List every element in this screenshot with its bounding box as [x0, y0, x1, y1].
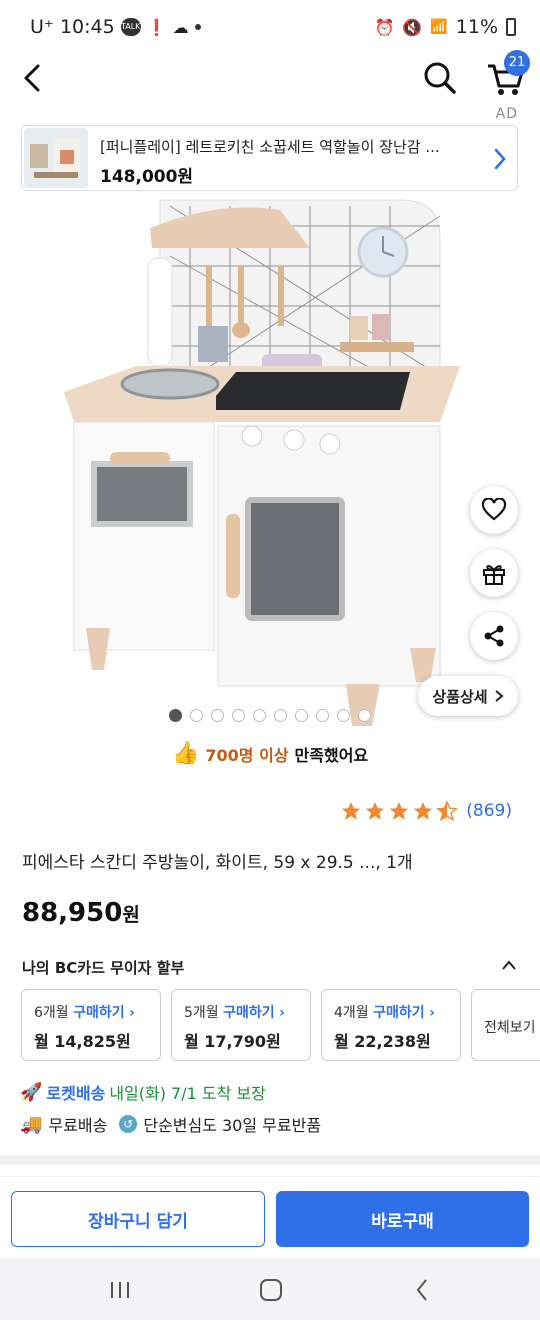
rocket-icon: 🚀 [20, 1081, 43, 1103]
star-icon [390, 801, 409, 820]
free-return-label: 단순변심도 30일 무료반품 [143, 1116, 322, 1135]
gallery-dot[interactable] [211, 709, 224, 722]
installment-monthly: 월 14,825원 [34, 1032, 131, 1051]
view-all-label: 전체보기 [484, 1020, 536, 1036]
system-back-icon[interactable] [414, 1278, 430, 1302]
share-button[interactable] [470, 612, 518, 660]
share-icon [484, 625, 504, 647]
satisfaction-text: 만족했어요 [294, 745, 369, 765]
recent-apps-icon[interactable] [108, 1280, 132, 1300]
gallery-dot[interactable] [337, 709, 350, 722]
product-detail-label: 상품상세 [432, 687, 488, 706]
gift-button[interactable] [470, 549, 518, 597]
rocket-delivery-info: 🚀 로켓배송 내일(화) 7/1 도착 보장 [20, 1080, 266, 1104]
cart-count-badge[interactable]: 21 [504, 50, 530, 76]
chevron-up-icon[interactable] [500, 958, 518, 972]
installment-months: 5개월 [184, 1005, 219, 1021]
star-icon [414, 801, 433, 820]
carrier-label: U⁺ [30, 16, 54, 38]
cloud-icon: ☁ [172, 17, 189, 37]
ad-title: [퍼니플레이] 레트로키친 소꿉세트 역할놀이 장난감 ... [100, 138, 440, 156]
gallery-dot[interactable] [295, 709, 308, 722]
add-to-cart-button[interactable]: 장바구니 담기 [11, 1191, 265, 1247]
ad-product-thumbnail [24, 128, 88, 188]
chevron-right-icon [494, 148, 506, 170]
product-price: 88,950원 [22, 898, 140, 928]
gift-icon [483, 565, 505, 585]
card-installment-title: 나의 BC카드 무이자 할부 [22, 959, 185, 977]
free-shipping-label: 무료배송 [48, 1116, 108, 1135]
installment-months: 4개월 [334, 1005, 369, 1021]
chevron-right-icon [494, 690, 504, 702]
gallery-pagination [169, 709, 371, 722]
satisfaction-count: 700명 이상 [205, 745, 289, 765]
clock: 10:45 [59, 16, 115, 38]
mute-icon: 🔇 [402, 17, 423, 37]
rocket-delivery-label: 로켓배송 [46, 1084, 106, 1103]
alarm-icon: ⏰ [374, 17, 395, 37]
star-icon [342, 801, 361, 820]
installment-option[interactable]: 5개월 구매하기 › 월 17,790원 [171, 989, 311, 1061]
top-navigation [0, 50, 540, 106]
installment-monthly: 월 22,238원 [334, 1032, 431, 1051]
system-navigation-bar [0, 1258, 540, 1320]
satisfaction-banner: 👍 700명 이상 만족했어요 [172, 741, 368, 766]
section-divider [0, 1155, 540, 1165]
gallery-dot[interactable] [316, 709, 329, 722]
product-title: 피에스타 스칸디 주방놀이, 화이트, 59 x 29.5 ..., 1개 [22, 853, 413, 873]
talk-notification-icon: TALK [120, 18, 141, 36]
battery-level: 11% [455, 16, 498, 38]
buy-now-button[interactable]: 바로구매 [276, 1191, 529, 1247]
thumbs-up-icon: 👍 [172, 741, 200, 766]
alert-notification-icon: ❗ [146, 17, 167, 37]
heart-icon [481, 498, 507, 521]
installment-option[interactable]: 4개월 구매하기 › 월 22,238원 [321, 989, 461, 1061]
product-detail-button[interactable]: 상품상세 [418, 676, 518, 716]
search-icon[interactable] [420, 58, 460, 98]
purchase-bar: 장바구니 담기 바로구매 [0, 1176, 540, 1256]
sponsored-product-card[interactable]: [퍼니플레이] 레트로키친 소꿉세트 역할놀이 장난감 ... 148,000원 [21, 125, 518, 191]
gallery-dot[interactable] [253, 709, 266, 722]
price-unit: 원 [122, 904, 140, 926]
installment-option[interactable]: 6개월 구매하기 › 월 14,825원 [21, 989, 161, 1061]
shipping-return-info: 🚚 무료배송 ↺ 단순변심도 30일 무료반품 [20, 1112, 321, 1136]
price-number: 88,950 [22, 898, 123, 928]
view-all-installments[interactable]: 전체보기 [471, 989, 540, 1061]
star-rating [340, 800, 459, 822]
installment-monthly: 월 17,790원 [184, 1032, 281, 1051]
gallery-dot[interactable] [169, 709, 182, 722]
home-icon[interactable] [259, 1278, 283, 1302]
ad-label: AD [495, 106, 518, 122]
battery-icon [506, 18, 516, 36]
product-image[interactable] [40, 196, 480, 736]
gallery-dot[interactable] [358, 709, 371, 722]
rocket-delivery-date: 내일(화) 7/1 도착 보장 [109, 1084, 266, 1103]
wifi-icon: 📶 [430, 19, 448, 35]
gallery-dot[interactable] [274, 709, 287, 722]
return-icon: ↺ [119, 1115, 138, 1133]
more-notifications-icon [194, 24, 201, 30]
back-arrow-icon[interactable] [18, 60, 46, 96]
gallery-dot[interactable] [232, 709, 245, 722]
installment-buy-link[interactable]: 구매하기 [373, 1005, 425, 1021]
installment-buy-link[interactable]: 구매하기 [223, 1005, 275, 1021]
review-count[interactable]: (869) [466, 801, 512, 821]
installment-months: 6개월 [34, 1005, 69, 1021]
installment-buy-link[interactable]: 구매하기 [73, 1005, 125, 1021]
star-icon [436, 800, 459, 822]
wishlist-button[interactable] [470, 486, 518, 534]
rating-summary[interactable]: (869) [340, 800, 512, 822]
ad-price: 148,000원 [100, 167, 194, 187]
star-icon [366, 801, 385, 820]
truck-icon: 🚚 [20, 1113, 43, 1135]
gallery-dot[interactable] [190, 709, 203, 722]
